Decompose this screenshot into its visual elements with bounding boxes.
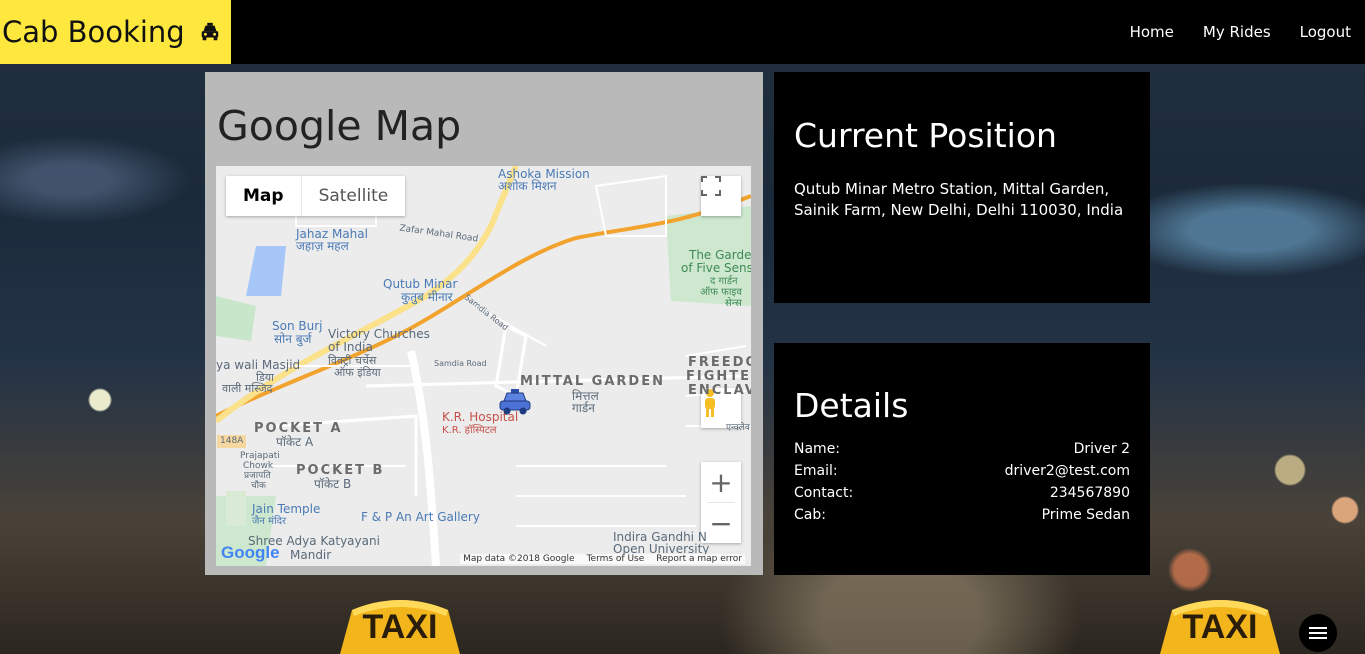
map-label: POCKET B [296,463,385,478]
map-label: पॉकेट B [314,477,352,491]
map-label: अशोक मिशन [498,179,557,193]
taxi-icon [201,22,218,41]
map-label: POCKET A [254,421,343,436]
map-label: ENCLAV [688,383,751,398]
map-type-satellite-button[interactable]: Satellite [302,176,406,216]
map-label: K.R. हॉस्पिटल [442,425,497,436]
details-list: Name: Driver 2 Email: driver2@test.com C… [794,438,1130,526]
map-label: FREEDO [688,355,751,370]
map-type-map-button[interactable]: Map [226,176,302,216]
map-label: जैन मंदिर [252,516,287,527]
detail-row-email: Email: driver2@test.com [794,460,1130,482]
zoom-control: + − [701,462,741,543]
map-label: of India [328,340,373,354]
current-position-title: Current Position [794,116,1057,155]
hamburger-menu-button[interactable] [1299,614,1337,652]
detail-row-cab: Cab: Prime Sedan [794,504,1130,526]
map-label: of Five Sens [681,261,751,275]
current-position-panel: Current Position Qutub Minar Metro Stati… [774,72,1150,303]
map-label: F & P An Art Gallery [361,510,480,524]
map-label: सोन बुर्ज [274,332,312,346]
terms-of-use-link[interactable]: Terms of Use [587,554,645,564]
report-map-error-link[interactable]: Report a map error [656,554,742,564]
cab-marker-icon[interactable] [498,388,532,416]
map-label: कुतुब मीनार [401,290,453,304]
map-label: पॉकेट A [276,435,314,449]
fullscreen-icon [701,176,721,196]
detail-label: Contact: [794,485,854,501]
nav-links: Home My Rides Logout [1130,0,1351,64]
taxi-sign-right: TAXI [1160,600,1280,654]
map-label: ऑफ इंडिया [334,366,381,379]
detail-label: Name: [794,441,841,457]
map-label: एन्क्लेव [726,423,750,433]
map-credits: Map data ©2018 Google Terms of Use Repor… [460,554,745,564]
map-type-control: Map Satellite [226,176,406,216]
navbar: Cab Booking Home My Rides Logout [0,0,1365,64]
detail-value: driver2@test.com [1004,463,1130,479]
nav-my-rides-link[interactable]: My Rides [1203,23,1271,41]
map-label: जहाज़ महल [296,239,349,253]
map-label: सेन्स [725,298,742,309]
google-logo: Google [221,543,280,562]
hamburger-menu-icon [1309,627,1327,629]
map-data-credit: Map data ©2018 Google [463,554,575,564]
detail-value: Prime Sedan [1041,507,1130,523]
details-title: Details [794,386,909,425]
fullscreen-button[interactable] [701,176,741,216]
current-position-address: Qutub Minar Metro Station, Mittal Garden… [794,180,1124,219]
taxi-sign-text: TAXI [363,608,438,646]
detail-value: Driver 2 [1073,441,1130,457]
detail-value: 234567890 [1049,485,1130,501]
detail-row-name: Name: Driver 2 [794,438,1130,460]
brand-title: Cab Booking [2,15,185,49]
map-label: चौक [251,481,266,491]
google-map[interactable]: Map Satellite + − Ashoka Mission अशोक मि… [216,166,751,566]
map-label: FIGHTER [686,369,751,384]
map-label: Mandir [290,548,332,562]
route-shield: 148A [217,435,247,448]
map-panel-title: Google Map [217,102,462,150]
map-label: Samdia Road [434,359,487,368]
zoom-out-button[interactable]: − [701,503,741,543]
detail-label: Email: [794,463,838,479]
details-panel: Details Name: Driver 2 Email: driver2@te… [774,343,1150,575]
map-label: MITTAL GARDEN [520,374,665,389]
zoom-in-button[interactable]: + [701,462,741,502]
map-label: वाली मस्जिद [222,382,273,395]
detail-label: Cab: [794,507,826,523]
brand-logo[interactable]: Cab Booking [0,0,231,64]
nav-logout-link[interactable]: Logout [1300,23,1351,41]
nav-home-link[interactable]: Home [1130,23,1174,41]
taxi-sign-left: TAXI [340,600,460,654]
taxi-sign-text: TAXI [1183,608,1258,646]
map-label: गार्डन [572,401,595,415]
map-panel: Google Map Map Satellite + − Ashoka Miss… [205,72,763,575]
detail-row-contact: Contact: 234567890 [794,482,1130,504]
